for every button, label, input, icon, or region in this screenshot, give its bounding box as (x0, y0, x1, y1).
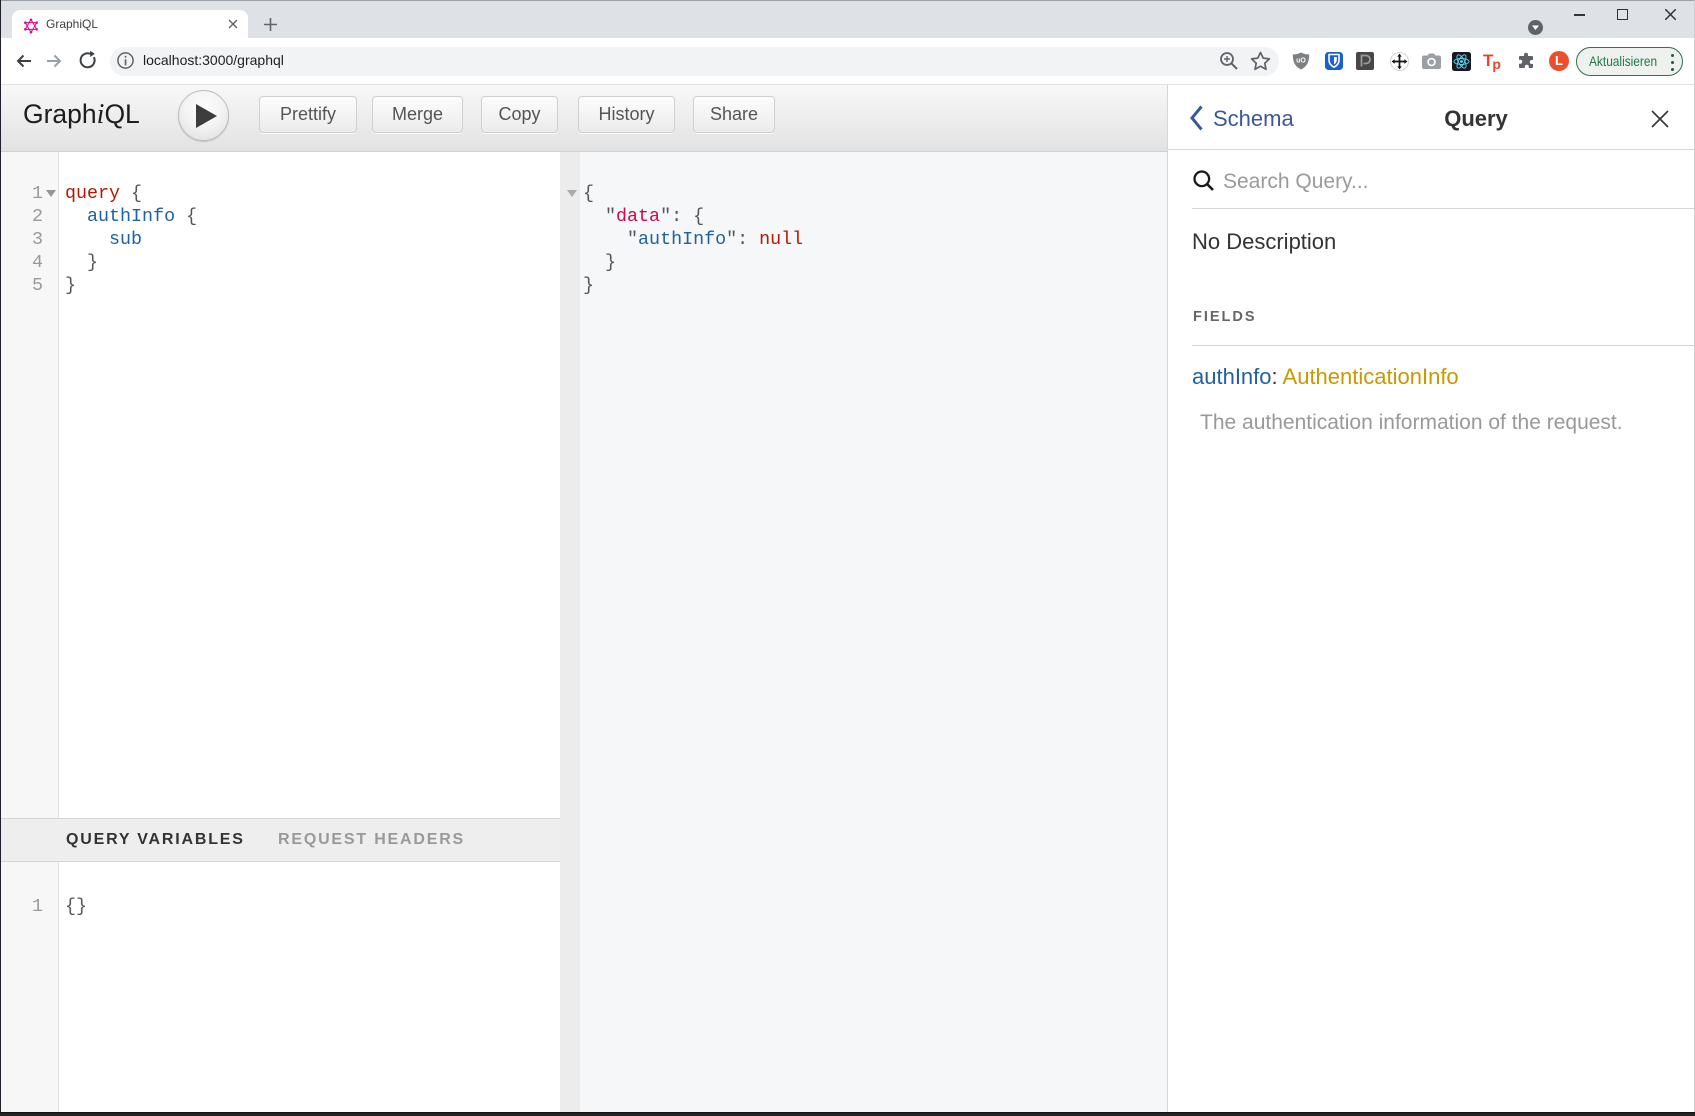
svg-text:uO: uO (1296, 58, 1306, 65)
